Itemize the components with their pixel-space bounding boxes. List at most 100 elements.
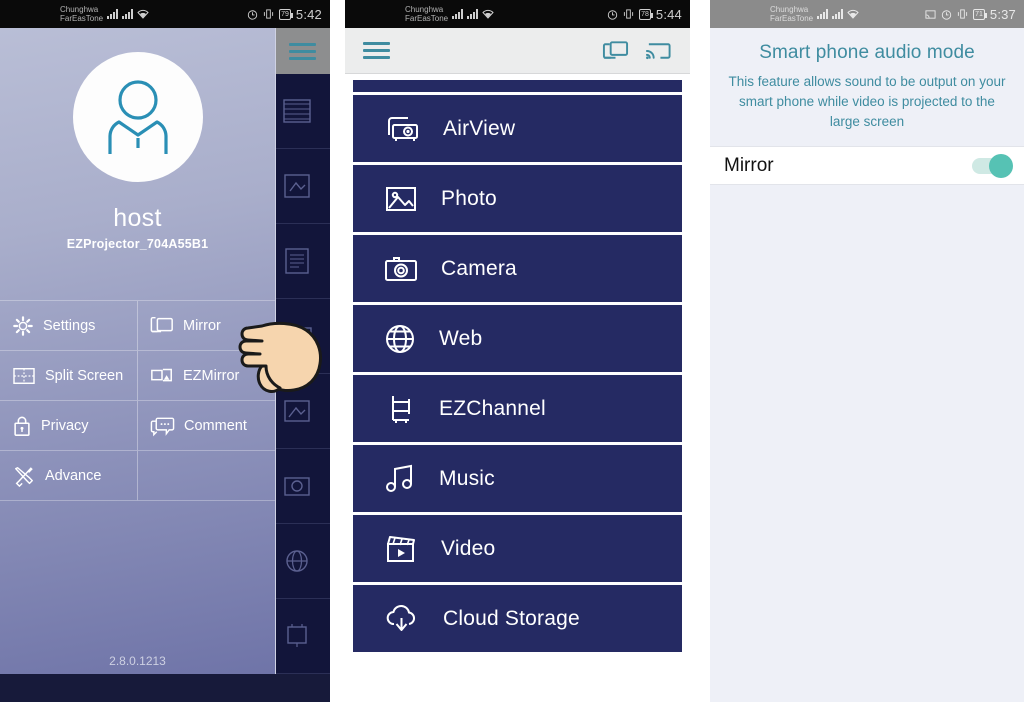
list-item-label: Cloud Storage bbox=[443, 606, 580, 630]
list-item-label: AirView bbox=[443, 116, 516, 140]
status-bar-panel3: Chunghwa FarEasTone 71 5:37 bbox=[710, 0, 1024, 28]
list-item-camera[interactable]: Camera bbox=[353, 235, 682, 302]
cast-icon[interactable] bbox=[645, 39, 672, 63]
menu-label: Comment bbox=[184, 417, 247, 434]
cast-status-icon bbox=[925, 9, 936, 19]
mirror-setting-row[interactable]: Mirror bbox=[710, 146, 1024, 185]
menu-label: Split Screen bbox=[45, 367, 124, 384]
clock-label: 5:37 bbox=[989, 6, 1016, 22]
mirror-toggle[interactable] bbox=[972, 153, 1013, 178]
signal-bars-icon-2 bbox=[122, 9, 134, 19]
signal-bars-icon-2 bbox=[832, 9, 844, 19]
alarm-icon bbox=[607, 9, 618, 20]
list-item-photo[interactable]: Photo bbox=[353, 165, 682, 232]
duplicate-screen-icon[interactable] bbox=[602, 39, 629, 63]
person-icon bbox=[107, 80, 168, 154]
menu-item-split-screen[interactable]: Split Screen bbox=[0, 351, 138, 401]
menu-item-settings[interactable]: Settings bbox=[0, 301, 138, 351]
status-left-group: Chunghwa FarEasTone bbox=[8, 5, 149, 23]
menu-label: Mirror bbox=[183, 317, 221, 334]
app-bar bbox=[345, 28, 690, 74]
clock-label: 5:42 bbox=[295, 6, 322, 22]
alarm-icon bbox=[247, 9, 258, 20]
list-item-label: Photo bbox=[441, 186, 497, 210]
list-item-music[interactable]: Music bbox=[353, 445, 682, 512]
panel1-body: host EZProjector_704A55B1 Settings Mirro… bbox=[0, 28, 330, 702]
signal-bars-icon-1 bbox=[107, 9, 119, 19]
phone-screen-menu-list: Chunghwa FarEasTone 78 5:44 AirView Phot… bbox=[345, 0, 690, 702]
comment-icon bbox=[150, 417, 175, 436]
signal-bars-icon-1 bbox=[452, 9, 464, 19]
drawer-menu-row: Advance bbox=[0, 451, 275, 501]
list-item-web[interactable]: Web bbox=[353, 305, 682, 372]
cloud-download-icon bbox=[386, 604, 415, 631]
edge-list-item[interactable] bbox=[275, 74, 330, 149]
profile-section: host EZProjector_704A55B1 bbox=[0, 28, 275, 251]
menu-item-advance[interactable]: Advance bbox=[0, 451, 138, 501]
edge-list-item[interactable] bbox=[275, 449, 330, 524]
list-item-label: Video bbox=[441, 536, 496, 560]
list-item-airview[interactable]: AirView bbox=[353, 95, 682, 162]
panel2-body: AirView Photo Camera Web EZChannel Music… bbox=[345, 28, 690, 702]
ezchannel-icon bbox=[392, 395, 410, 423]
vibrate-icon bbox=[624, 9, 634, 19]
list-item-label: Web bbox=[439, 326, 483, 350]
airview-icon bbox=[388, 116, 418, 141]
battery-icon: 79 bbox=[279, 8, 293, 20]
status-right-group: 78 5:44 bbox=[607, 7, 682, 22]
split-screen-icon bbox=[13, 367, 35, 384]
globe-icon bbox=[386, 324, 414, 353]
menu-item-comment[interactable]: Comment bbox=[138, 401, 275, 451]
hamburger-icon[interactable] bbox=[363, 42, 390, 59]
menu-item-empty bbox=[138, 451, 275, 501]
phone-screen-audio-mode: Chunghwa FarEasTone 71 5:37 Smart phone … bbox=[710, 0, 1024, 702]
vibrate-icon bbox=[958, 9, 968, 19]
tools-icon bbox=[15, 466, 33, 487]
wifi-icon bbox=[137, 9, 149, 19]
avatar bbox=[72, 52, 203, 182]
list-item-video[interactable]: Video bbox=[353, 515, 682, 582]
status-bar-panel1: Chunghwa FarEasTone 79 5:42 bbox=[0, 0, 330, 28]
edge-list-item[interactable] bbox=[275, 224, 330, 299]
status-right-group: 79 5:42 bbox=[247, 7, 322, 22]
signal-bars-icon-1 bbox=[817, 9, 829, 19]
ezmirror-icon bbox=[151, 368, 172, 381]
profile-name: host bbox=[113, 204, 162, 232]
list-item-ezchannel[interactable]: EZChannel bbox=[353, 375, 682, 442]
list-item-cloud-storage[interactable]: Cloud Storage bbox=[353, 585, 682, 652]
status-left-group: Chunghwa FarEasTone bbox=[353, 5, 494, 23]
camera-icon bbox=[385, 256, 417, 281]
hand-pointer-icon bbox=[238, 321, 322, 393]
list-item-label: Music bbox=[439, 466, 495, 490]
appbar-actions bbox=[602, 39, 672, 63]
menu-item-privacy[interactable]: Privacy bbox=[0, 401, 138, 451]
battery-icon: 78 bbox=[639, 8, 653, 20]
app-version-label: 2.8.0.1213 bbox=[109, 654, 166, 668]
carrier-label: Chunghwa FarEasTone bbox=[60, 5, 104, 23]
drawer-menu-row: Privacy Comment bbox=[0, 401, 275, 451]
list-item-label: Camera bbox=[441, 256, 517, 280]
lock-icon bbox=[14, 416, 30, 436]
video-icon bbox=[387, 535, 415, 562]
status-bar-panel2: Chunghwa FarEasTone 78 5:44 bbox=[345, 0, 690, 28]
list-item-label: EZChannel bbox=[439, 396, 546, 420]
menu-label: Settings bbox=[43, 317, 96, 334]
menu-label: Privacy bbox=[41, 417, 89, 434]
mirror-icon bbox=[150, 316, 173, 332]
clock-label: 5:44 bbox=[655, 6, 682, 22]
background-appbar-edge bbox=[275, 28, 330, 74]
edge-list-item[interactable] bbox=[275, 599, 330, 674]
page-description: This feature allows sound to be output o… bbox=[728, 74, 1006, 129]
profile-device-id: EZProjector_704A55B1 bbox=[66, 237, 209, 251]
hamburger-icon-background[interactable] bbox=[289, 42, 316, 60]
page-title: Smart phone audio mode bbox=[759, 42, 975, 63]
photo-icon bbox=[386, 186, 416, 211]
edge-list-item[interactable] bbox=[275, 524, 330, 599]
panel3-body: Smart phone audio mode This feature allo… bbox=[710, 28, 1024, 702]
screenshot-stage: Chunghwa FarEasTone 79 5:42 host EZProje… bbox=[0, 0, 1024, 702]
status-right-group: 71 5:37 bbox=[925, 7, 1016, 22]
edge-list-item[interactable] bbox=[275, 149, 330, 224]
menu-label: Advance bbox=[45, 467, 102, 484]
battery-icon: 71 bbox=[973, 8, 987, 20]
vibrate-icon bbox=[264, 9, 274, 19]
